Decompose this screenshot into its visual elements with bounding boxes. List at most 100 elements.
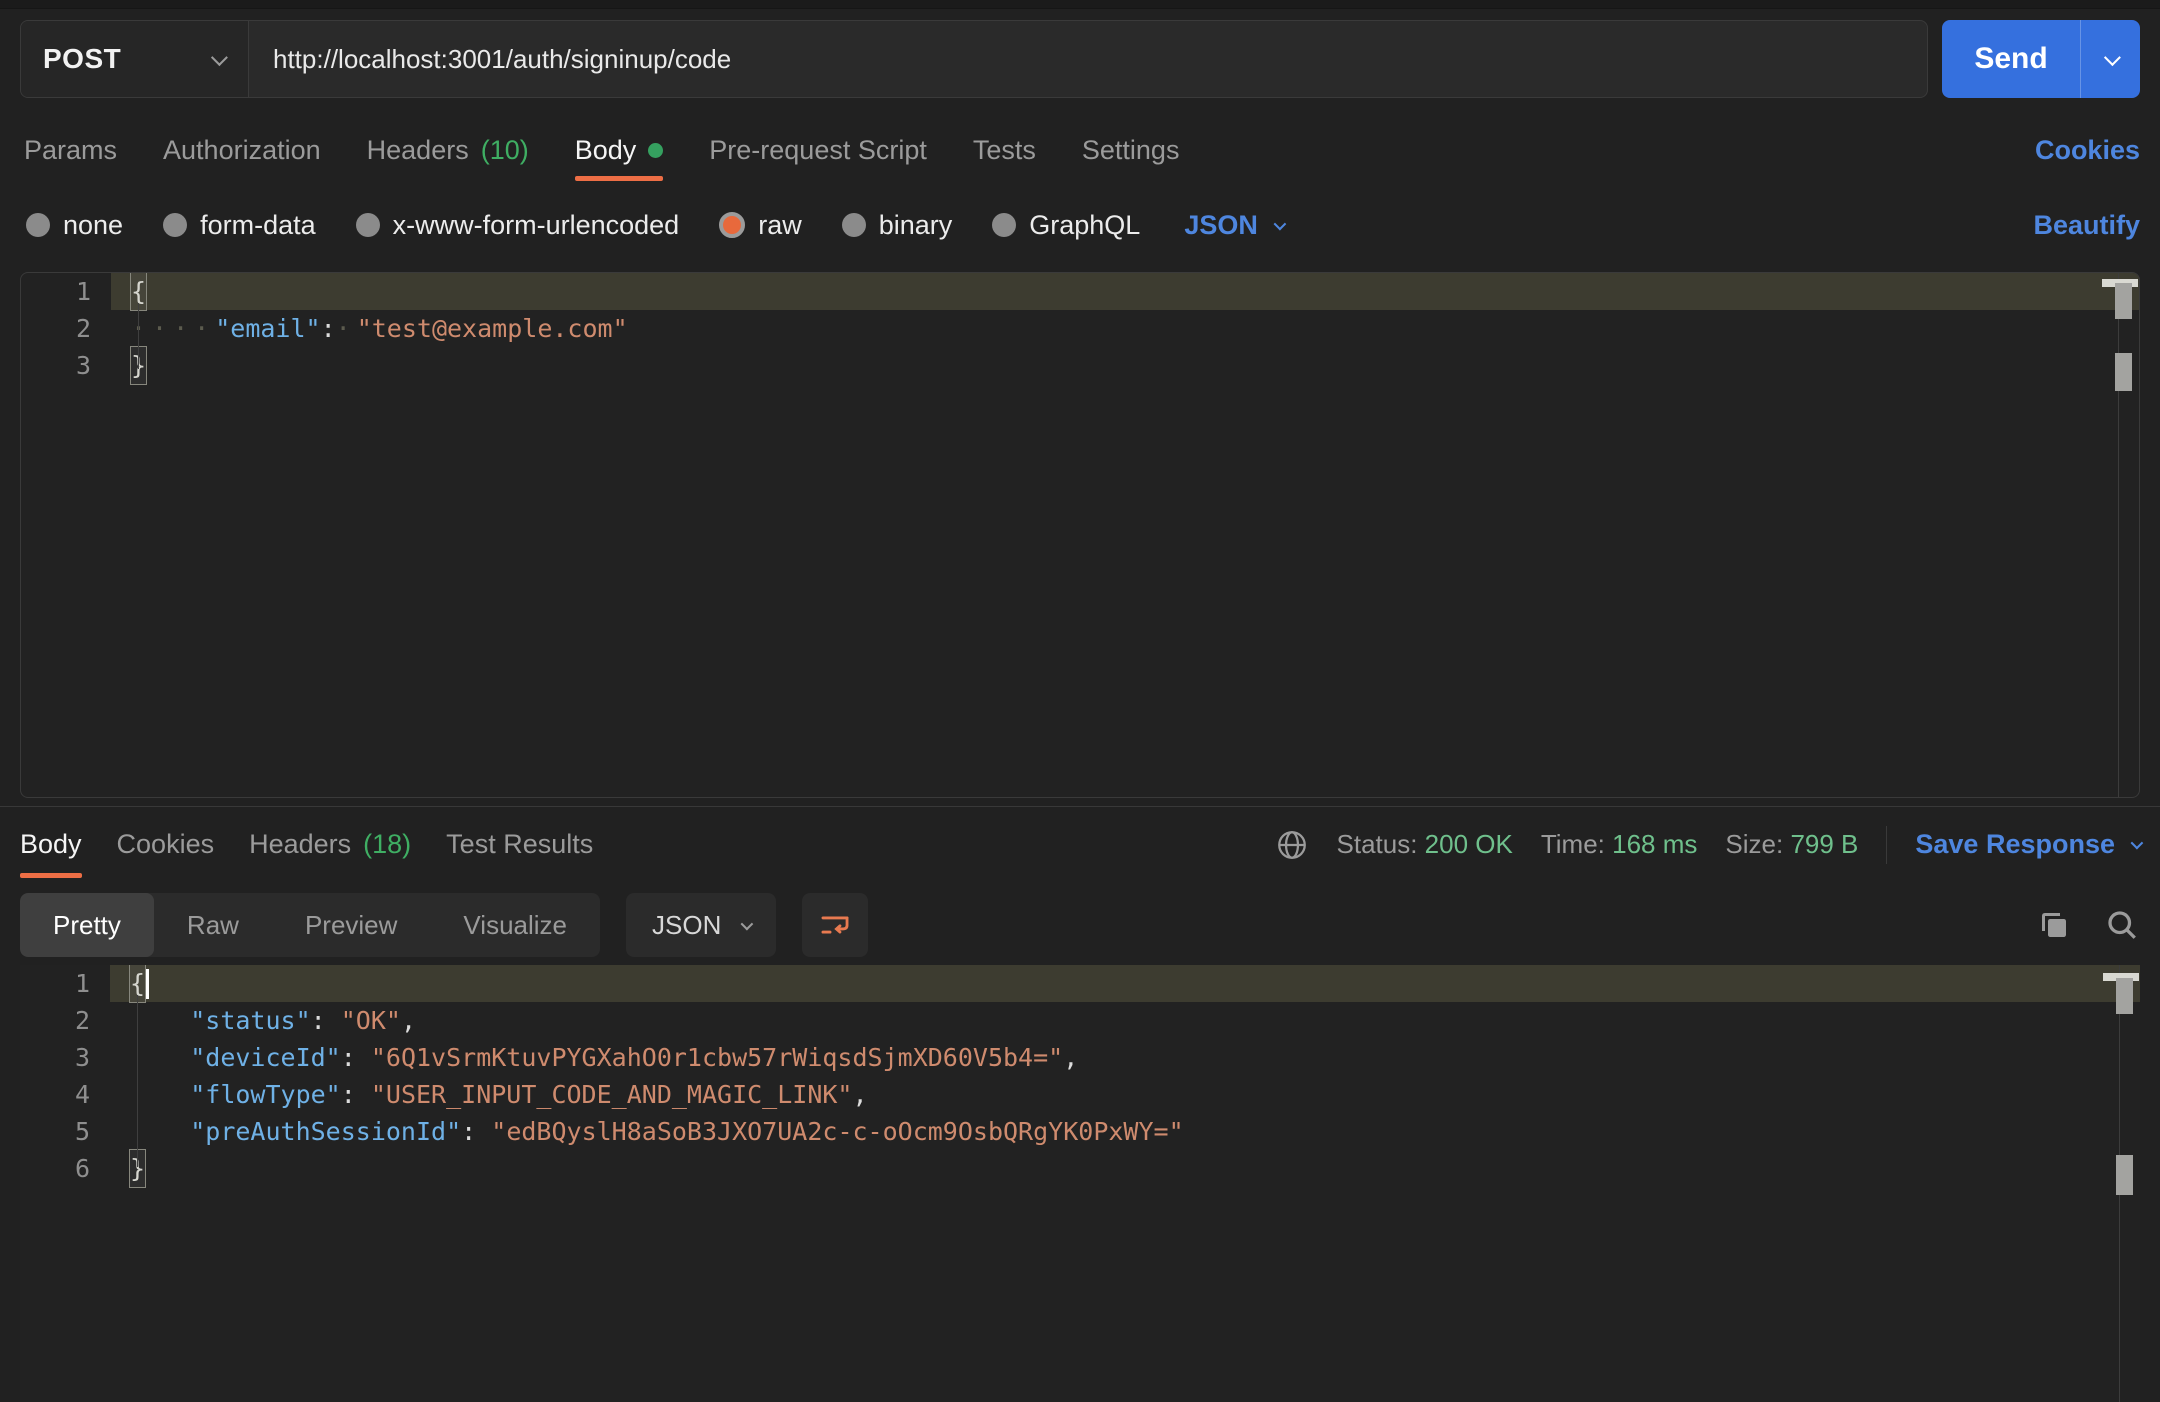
line-number: 3 bbox=[20, 1039, 90, 1076]
method-dropdown[interactable]: POST bbox=[21, 21, 249, 97]
body-mode-raw[interactable]: raw bbox=[719, 210, 802, 241]
chevron-down-icon bbox=[741, 917, 754, 930]
token-str: "edBQyslH8aSoB3JXO7UA2c-c-oOcm9OsbQRgYK0… bbox=[491, 1113, 1183, 1150]
body-mode-label: x-www-form-urlencoded bbox=[393, 210, 680, 241]
response-view-switcher: PrettyRawPreviewVisualize bbox=[20, 893, 600, 957]
status-label: Status: bbox=[1337, 829, 1418, 859]
view-mode-visualize[interactable]: Visualize bbox=[430, 893, 600, 957]
response-tab-body[interactable]: Body bbox=[20, 807, 82, 882]
code-content: } bbox=[110, 1150, 2140, 1187]
search-response-button[interactable] bbox=[2104, 907, 2140, 943]
tab-pre-request-script[interactable]: Pre-request Script bbox=[709, 115, 927, 185]
bracket-guide bbox=[137, 995, 138, 1167]
body-mode-row: none form-data x-www-form-urlencoded raw bin… bbox=[20, 196, 2140, 254]
response-tab-cookies[interactable]: Cookies bbox=[117, 807, 215, 882]
token-key: "status" bbox=[190, 1002, 310, 1039]
token-ws: ···· bbox=[131, 310, 215, 347]
tab-body[interactable]: Body bbox=[575, 115, 664, 185]
token-punc: : bbox=[321, 310, 336, 347]
response-tabs: Body Cookies Headers(18) Test Results bbox=[20, 807, 593, 882]
scrollbar-thumb[interactable] bbox=[2116, 978, 2133, 1014]
token-str: "6Q1vSrmKtuvPYGXahO0r1cbw57rWiqsdSjmXD60… bbox=[371, 1039, 1063, 1076]
token-punc: : bbox=[311, 1002, 341, 1039]
tab-tests[interactable]: Tests bbox=[973, 115, 1036, 185]
radio-button-icon bbox=[992, 213, 1016, 237]
beautify-link[interactable]: Beautify bbox=[2033, 210, 2140, 241]
tab-headers[interactable]: Headers(10) bbox=[367, 115, 529, 185]
window-top-strip bbox=[0, 0, 2160, 9]
token-str: "USER_INPUT_CODE_AND_MAGIC_LINK" bbox=[371, 1076, 853, 1113]
bracket-guide bbox=[138, 303, 139, 369]
tab-authorization[interactable]: Authorization bbox=[163, 115, 321, 185]
body-mode-label: binary bbox=[879, 210, 953, 241]
time-indicator: Time: 168 ms bbox=[1541, 829, 1698, 860]
size-indicator: Size: 799 B bbox=[1725, 829, 1858, 860]
request-language-dropdown[interactable]: JSON bbox=[1184, 210, 1283, 241]
body-mode-binary[interactable]: binary bbox=[842, 210, 953, 241]
code-line: 3} bbox=[21, 347, 2139, 384]
response-header: Body Cookies Headers(18) Test Results Statu… bbox=[0, 806, 2160, 882]
tab-label: Authorization bbox=[163, 135, 321, 166]
code-content: { bbox=[110, 965, 2140, 1002]
size-value: 799 B bbox=[1790, 829, 1858, 859]
copy-icon bbox=[2036, 907, 2072, 943]
response-editor-lines: 1{2 "status": "OK",3 "deviceId": "6Q1vSr… bbox=[20, 965, 2140, 1187]
code-content: "status": "OK", bbox=[110, 1002, 2140, 1039]
tab-settings[interactable]: Settings bbox=[1082, 115, 1180, 185]
tab-label: Body bbox=[20, 829, 82, 860]
tab-label: Headers bbox=[249, 829, 351, 860]
copy-response-button[interactable] bbox=[2036, 907, 2072, 943]
send-options-button[interactable] bbox=[2080, 20, 2140, 98]
body-mode-graphql[interactable]: GraphQL bbox=[992, 210, 1140, 241]
search-icon bbox=[2104, 907, 2140, 943]
view-mode-pretty[interactable]: Pretty bbox=[20, 893, 154, 957]
request-url-row: POST http://localhost:3001/auth/signinup… bbox=[20, 20, 2140, 98]
cookies-link[interactable]: Cookies bbox=[2035, 135, 2140, 166]
scrollbar-thumb[interactable] bbox=[2115, 283, 2132, 319]
line-number: 1 bbox=[20, 965, 90, 1002]
body-has-content-dot-icon bbox=[648, 143, 663, 158]
tab-params[interactable]: Params bbox=[24, 115, 117, 185]
network-globe-icon[interactable] bbox=[1275, 828, 1309, 862]
url-input[interactable]: http://localhost:3001/auth/signinup/code bbox=[249, 21, 1927, 97]
token-sp bbox=[130, 1113, 190, 1150]
overview-ruler bbox=[2118, 273, 2119, 797]
code-line: 1{ bbox=[21, 273, 2139, 310]
response-tab-headers[interactable]: Headers(18) bbox=[249, 807, 411, 882]
send-button[interactable]: Send bbox=[1942, 20, 2080, 98]
code-line: 1{ bbox=[20, 965, 2140, 1002]
response-tab-test-results[interactable]: Test Results bbox=[446, 807, 593, 882]
save-response-label: Save Response bbox=[1915, 829, 2115, 860]
view-mode-raw[interactable]: Raw bbox=[154, 893, 272, 957]
line-number: 1 bbox=[21, 273, 91, 310]
tab-label: Pre-request Script bbox=[709, 135, 927, 166]
token-punc: , bbox=[852, 1076, 867, 1113]
token-key: "email" bbox=[215, 310, 320, 347]
tab-label: Body bbox=[575, 135, 637, 166]
code-line: 2 "status": "OK", bbox=[20, 1002, 2140, 1039]
response-language-dropdown[interactable]: JSON bbox=[626, 893, 776, 957]
radio-button-icon bbox=[356, 213, 380, 237]
body-mode-x-www-form-urlencoded[interactable]: x-www-form-urlencoded bbox=[356, 210, 680, 241]
token-sp bbox=[130, 1039, 190, 1076]
radio-button-icon bbox=[842, 213, 866, 237]
code-line: 4 "flowType": "USER_INPUT_CODE_AND_MAGIC… bbox=[20, 1076, 2140, 1113]
view-mode-preview[interactable]: Preview bbox=[272, 893, 430, 957]
body-mode-none[interactable]: none bbox=[26, 210, 123, 241]
wrap-text-button[interactable] bbox=[802, 893, 868, 957]
status-indicator: Status: 200 OK bbox=[1337, 829, 1513, 860]
request-body-editor[interactable]: 1{2····"email":·"test@example.com"3} bbox=[20, 272, 2140, 798]
body-mode-form-data[interactable]: form-data bbox=[163, 210, 316, 241]
code-content: { bbox=[111, 273, 2139, 310]
response-body-editor[interactable]: 1{2 "status": "OK",3 "deviceId": "6Q1vSr… bbox=[20, 965, 2140, 1402]
tab-label: Settings bbox=[1082, 135, 1180, 166]
token-key: "preAuthSessionId" bbox=[190, 1113, 461, 1150]
save-response-button[interactable]: Save Response bbox=[1915, 829, 2140, 860]
token-sp bbox=[130, 1076, 190, 1113]
token-punc: , bbox=[1063, 1039, 1078, 1076]
body-mode-label: none bbox=[63, 210, 123, 241]
token-str: "test@example.com" bbox=[357, 310, 628, 347]
code-line: 2····"email":·"test@example.com" bbox=[21, 310, 2139, 347]
line-number: 2 bbox=[20, 1002, 90, 1039]
line-number: 2 bbox=[21, 310, 91, 347]
